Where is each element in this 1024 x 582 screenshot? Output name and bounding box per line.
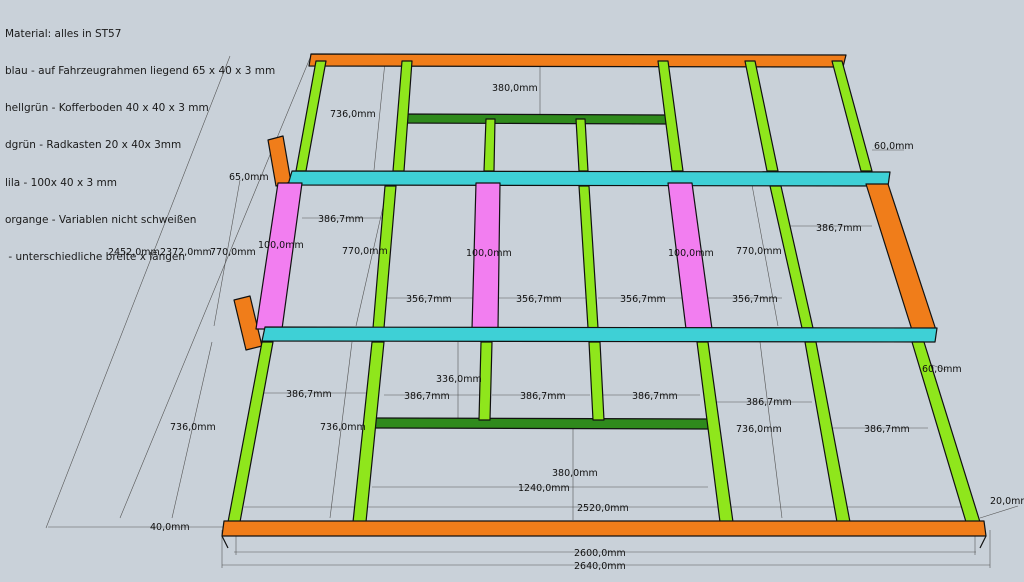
label-arch-width: 1240,0mm [518,483,570,494]
label-spacing-row2-d: 356,7mm [732,294,778,305]
legend-line-material: Material: alles in ST57 [5,27,122,40]
label-end-inner: 736,0mm [320,422,366,433]
label-spacing-row2-c: 356,7mm [620,294,666,305]
label-end-left: 736,0mm [170,422,216,433]
label-spacing-row3-f: 386,7mm [864,424,910,435]
green-beam-middle-1 [372,185,397,329]
legend-line-blue: blau - auf Fahrzeugrahmen liegend 65 x 4… [5,65,276,78]
legend-line-purple: lila - 100x 40 x 3 mm [5,176,117,189]
label-spacing-row3-d: 386,7mm [632,391,678,402]
label-spacing-row3-a: 386,7mm [286,389,332,400]
orange-beam-right [865,183,937,331]
orange-beam-top [308,53,847,68]
label-spacing-row2-a: 356,7mm [406,294,452,305]
label-spacing-row2-b: 356,7mm [516,294,562,305]
green-beam-upper-4 [575,118,589,172]
label-arch-depth: 336,0mm [436,374,482,385]
label-purple-center: 100,0mm [466,248,512,259]
frame-beams [221,53,987,549]
label-spacing-row1-left: 386,7mm [318,214,364,225]
bottom-beam-edge-right [979,535,987,549]
label-end-right: 736,0mm [736,424,782,435]
label-edge-40: 40,0mm [150,522,190,533]
green-beam-lower-4 [588,341,605,421]
darkgreen-beam-top [397,113,668,125]
green-beam-lower-5 [696,341,734,523]
label-spacing-row1-right: 386,7mm [816,223,862,234]
green-beam-upper-1 [295,60,327,172]
legend-line-darkgreen: dgrün - Radkasten 20 x 40x 3mm [5,139,182,152]
darkgreen-beam-bottom [373,417,709,430]
label-spacing-row3-b: 386,7mm [404,391,450,402]
legend-line-widths: - unterschiedliche breite x längen [5,251,186,264]
green-beam-middle-3 [769,185,814,329]
label-inner-width: 2520,0mm [577,503,629,514]
label-edge-60-top: 60,0mm [874,141,914,152]
dim-line-edge-20 [979,505,1019,519]
label-spacing-row3-c: 386,7mm [520,391,566,402]
drawing-canvas: Material: alles in ST57 blau - auf Fahrz… [0,0,1024,578]
label-purple-right: 100,0mm [668,248,714,259]
orange-beam-bottom [221,520,987,537]
blue-beam-upper [287,170,891,187]
label-middle-inner: 770,0mm [342,246,388,257]
label-width-2600: 2600,0mm [574,548,626,559]
green-beam-lower-1 [227,341,274,523]
blue-beam-lower [261,326,938,343]
green-beam-upper-7 [831,60,873,172]
legend-line-orange: organge - Variablen nicht schweißen [5,213,197,226]
bottom-beam-edge-left [221,535,229,549]
label-middle-right: 770,0mm [736,246,782,257]
label-width-2640: 2640,0mm [574,561,626,572]
legend-line-lightgreen: hellgrün - Kofferboden 40 x 40 x 3 mm [5,102,209,115]
green-beam-lower-6 [804,341,851,523]
label-gap-top: 380,0mm [492,83,538,94]
label-edge-60-bottom: 60,0mm [922,364,962,375]
label-gap-bottom: 380,0mm [552,468,598,479]
material-legend: Material: alles in ST57 blau - auf Fahrz… [5,3,275,288]
green-beam-upper-3 [483,118,496,172]
label-end-top: 736,0mm [330,109,376,120]
green-beam-middle-2 [578,185,599,329]
green-beam-upper-6 [744,60,779,172]
label-edge-20: 20,0mm [990,496,1024,507]
label-spacing-row3-e: 386,7mm [746,397,792,408]
